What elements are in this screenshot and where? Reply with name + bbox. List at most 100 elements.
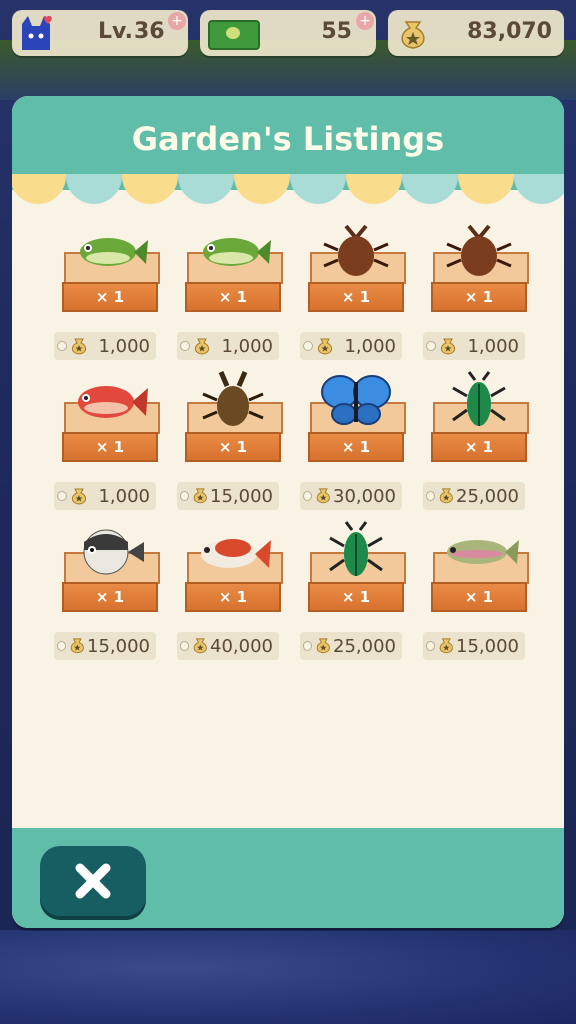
trout-icon <box>439 520 519 580</box>
quantity-label: × 1 <box>464 288 494 306</box>
scallop <box>66 174 122 204</box>
jewel-beetle-icon <box>439 370 519 430</box>
price-value: 25,000 <box>333 635 396 657</box>
price-tag: 40,000 <box>177 632 279 660</box>
scallop <box>290 174 346 204</box>
listing-item[interactable]: × 1 15,000 <box>423 526 535 666</box>
listing-item[interactable]: × 1 40,000 <box>177 526 289 666</box>
cat-avatar-icon <box>22 15 52 50</box>
tag-hole <box>57 491 67 501</box>
tag-hole <box>426 641 436 651</box>
crate-front: × 1 <box>62 432 158 462</box>
scallop <box>514 174 564 204</box>
bell-bag-icon <box>191 487 210 505</box>
price-tag: 1,000 <box>54 332 156 360</box>
listings-dialog: Garden's Listings × 1 1,000 × 1 1,000 × 1 1,0… <box>12 96 564 928</box>
crate-front: × 1 <box>62 582 158 612</box>
price-tag: 25,000 <box>300 632 402 660</box>
crate-front: × 1 <box>185 432 281 462</box>
quantity-label: × 1 <box>341 438 371 456</box>
quantity-label: × 1 <box>341 288 371 306</box>
bell-bag-icon <box>438 337 458 355</box>
price-value: 1,000 <box>98 335 150 357</box>
quantity-label: × 1 <box>464 438 494 456</box>
crate-front: × 1 <box>185 582 281 612</box>
tickets-pill[interactable]: 55 + <box>200 10 376 56</box>
quantity-label: × 1 <box>95 588 125 606</box>
bass-icon <box>193 220 273 280</box>
scallop-trim <box>12 174 564 204</box>
listing-item[interactable]: × 1 25,000 <box>300 521 412 666</box>
price-tag: 1,000 <box>423 332 525 360</box>
price-value: 15,000 <box>456 635 519 657</box>
scallop <box>234 174 290 204</box>
price-tag: 1,000 <box>54 482 156 510</box>
listing-item[interactable]: × 1 30,000 <box>300 375 412 516</box>
crate-front: × 1 <box>308 432 404 462</box>
scallop <box>12 174 66 204</box>
bell-bag-icon <box>68 637 87 655</box>
price-value: 25,000 <box>456 485 519 507</box>
add-level-icon[interactable]: + <box>168 12 186 30</box>
koi-fish-icon <box>193 520 273 580</box>
listing-item[interactable]: × 1 1,000 <box>423 224 535 366</box>
status-bar: Lv. 36 + 55 + 83,070 <box>0 10 576 56</box>
listing-item[interactable]: × 1 1,000 <box>177 226 289 366</box>
level-label: Lv. <box>98 19 133 44</box>
crate-front: × 1 <box>431 582 527 612</box>
price-tag: 15,000 <box>54 632 156 660</box>
rhino-beetle-icon <box>439 220 519 280</box>
jewel-beetle-icon <box>316 520 396 580</box>
bell-bag-icon <box>437 637 456 655</box>
price-tag: 25,000 <box>423 482 525 510</box>
quantity-label: × 1 <box>95 288 125 306</box>
listing-item[interactable]: × 1 15,000 <box>54 526 166 666</box>
quantity-label: × 1 <box>218 588 248 606</box>
close-x-icon <box>75 863 111 899</box>
crate-front: × 1 <box>185 282 281 312</box>
quantity-label: × 1 <box>218 288 248 306</box>
listing-item[interactable]: × 1 1,000 <box>54 376 166 516</box>
tag-hole <box>303 641 313 651</box>
bells-pill[interactable]: 83,070 <box>388 10 564 56</box>
dialog-title: Garden's Listings <box>131 120 445 158</box>
price-value: 30,000 <box>333 485 396 507</box>
add-tickets-icon[interactable]: + <box>356 12 374 30</box>
listing-item[interactable]: × 1 1,000 <box>54 226 166 366</box>
crate-front: × 1 <box>308 582 404 612</box>
bell-bag-icon <box>314 637 333 655</box>
listing-item[interactable]: × 1 15,000 <box>177 371 289 516</box>
close-button[interactable] <box>40 846 146 916</box>
tag-hole <box>426 491 436 501</box>
price-tag: 15,000 <box>423 632 525 660</box>
bell-bag-icon <box>437 487 456 505</box>
bell-bag-icon <box>69 487 89 505</box>
bell-bag-icon <box>314 487 333 505</box>
tag-hole <box>303 491 313 501</box>
scallop <box>402 174 458 204</box>
listing-item[interactable]: × 1 25,000 <box>423 371 535 516</box>
tag-hole <box>57 341 67 351</box>
puffer-fish-icon <box>70 520 150 580</box>
price-tag: 15,000 <box>177 482 279 510</box>
tickets-count: 55 <box>321 19 352 44</box>
listing-item[interactable]: × 1 1,000 <box>300 224 412 366</box>
bass-icon <box>70 220 150 280</box>
price-value: 1,000 <box>467 335 519 357</box>
price-value: 1,000 <box>221 335 273 357</box>
price-value: 15,000 <box>210 485 273 507</box>
price-value: 40,000 <box>210 635 273 657</box>
crate-front: × 1 <box>431 432 527 462</box>
level-value: 36 <box>134 19 165 44</box>
tag-hole <box>57 641 67 651</box>
tag-hole <box>180 341 190 351</box>
quantity-label: × 1 <box>341 588 371 606</box>
red-snapper-icon <box>70 370 150 430</box>
tag-hole <box>180 491 190 501</box>
level-pill[interactable]: Lv. 36 + <box>12 10 188 56</box>
dialog-footer <box>12 828 564 928</box>
rhino-beetle-icon <box>316 220 396 280</box>
blue-butterfly-icon <box>316 370 396 430</box>
price-value: 15,000 <box>87 635 150 657</box>
scallop <box>346 174 402 204</box>
